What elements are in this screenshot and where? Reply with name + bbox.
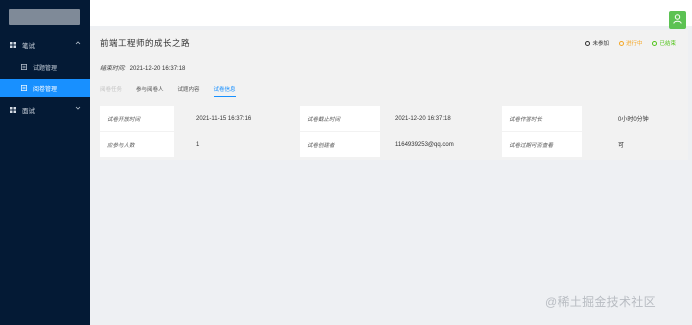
grid-icon — [10, 42, 16, 48]
user-icon — [673, 11, 682, 29]
info-label: 试卷作答时长 — [502, 106, 582, 131]
status-finished: 已结束 — [652, 39, 676, 47]
info-value: 2021-11-15 16:37:16 — [196, 115, 252, 122]
sidebar-group-written-exam[interactable]: 笔试 — [0, 34, 90, 56]
info-value: 可 — [618, 143, 625, 149]
info-label: 试卷开放时间 — [100, 106, 174, 131]
grid-icon — [10, 107, 16, 113]
app-logo — [9, 9, 80, 25]
info-label: 试卷截止时间 — [300, 106, 380, 131]
sidebar-group-label: 笔试 — [22, 43, 35, 50]
check-circle-icon — [585, 40, 591, 46]
exam-detail-panel: 前端工程师的成长之路 未参加 进行中 已结束 结束时间: 2021-12-20 1… — [90, 30, 688, 160]
tab-grading-task[interactable]: 阅卷任务 — [100, 85, 122, 97]
status-label: 已结束 — [659, 41, 676, 47]
end-time-value: 2021-12-20 16:37:18 — [129, 66, 186, 72]
user-avatar[interactable] — [669, 11, 686, 29]
info-value: 1164939253@qq.com — [395, 141, 454, 148]
tab-question-content[interactable]: 试题内容 — [178, 85, 200, 97]
sidebar-item-grading-management[interactable]: 阅卷管理 — [0, 79, 90, 97]
info-value: 2021-12-20 16:37:18 — [395, 115, 451, 122]
clock-icon — [618, 40, 624, 46]
check-circle-icon — [652, 40, 658, 46]
sidebar-item-question-management[interactable]: 试题管理 — [0, 58, 90, 76]
list-icon — [21, 85, 27, 91]
info-label: 应参与人数 — [100, 132, 174, 157]
status-label: 进行中 — [625, 41, 643, 47]
top-bar — [90, 0, 692, 26]
sidebar: 笔试 试题管理 阅卷管理 面试 — [0, 0, 90, 325]
sidebar-item-label: 阅卷管理 — [33, 86, 58, 93]
info-label: 试卷过期可否查看 — [502, 132, 582, 157]
watermark: @稀土掘金技术社区 — [545, 295, 656, 309]
end-time: 结束时间: 2021-12-20 16:37:18 — [100, 63, 185, 72]
end-time-label: 结束时间: — [100, 66, 126, 72]
info-value: 0小时0分钟 — [618, 117, 649, 123]
sidebar-item-label: 试题管理 — [33, 65, 58, 72]
sidebar-group-label: 面试 — [22, 108, 35, 115]
page-title: 前端工程师的成长之路 — [100, 39, 191, 49]
status-not-joined: 未参加 — [585, 39, 609, 47]
tab-exam-info[interactable]: 试卷信息 — [213, 85, 236, 97]
chevron-up-icon — [75, 40, 81, 48]
tab-participating-graders[interactable]: 参与阅卷人 — [136, 85, 164, 97]
info-value: 1 — [196, 141, 200, 148]
status-label: 未参加 — [592, 41, 609, 47]
sidebar-group-interview[interactable]: 面试 — [0, 99, 90, 121]
info-label: 试卷创建者 — [300, 132, 380, 157]
status-in-progress: 进行中 — [618, 39, 643, 47]
chevron-down-icon — [75, 105, 81, 113]
tab-bar: 阅卷任务 参与阅卷人 试题内容 试卷信息 — [100, 85, 236, 97]
status-legend: 未参加 进行中 已结束 — [585, 39, 676, 47]
list-icon — [21, 64, 27, 70]
